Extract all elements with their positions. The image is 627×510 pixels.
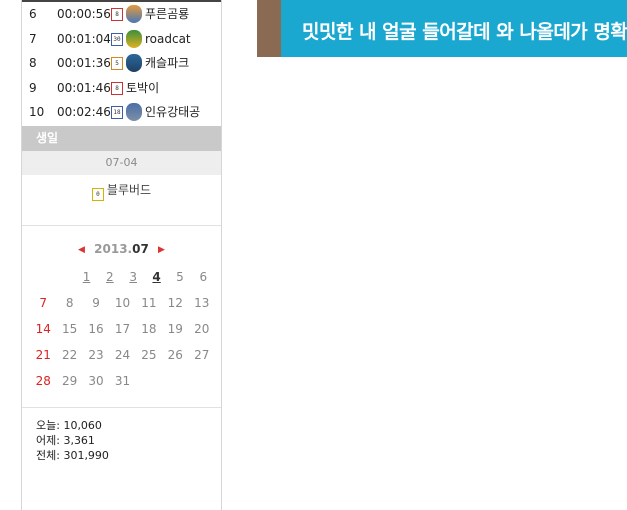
calendar-day: 26 [167, 348, 183, 362]
ad-banner[interactable]: 밋밋한 내 얼굴 들어갈데 와 나올데가 명확 [257, 0, 627, 57]
rank-time: 00:01:46 [57, 81, 111, 95]
calendar-day: 17 [114, 322, 131, 336]
calendar-day: 24 [114, 348, 131, 362]
birthday-date: 07-04 [22, 151, 221, 175]
member-emblem-icon [126, 5, 142, 23]
calendar-day [189, 368, 215, 394]
calendar-day[interactable]: 3 [122, 264, 145, 290]
calendar-header: ◀ 2013.07 ▶ [22, 240, 221, 258]
member-emblem-icon [126, 103, 142, 121]
rank-nickname[interactable]: roadcat [145, 27, 191, 51]
level-icon: 0 [91, 188, 104, 201]
member-emblem-icon [126, 54, 142, 72]
calendar-day: 27 [194, 348, 210, 362]
calendar-grid: 1 2 3 4 5 6 [30, 264, 215, 290]
rank-row[interactable]: 9 00:01:46 8 토박이 [22, 76, 221, 100]
birthday-user[interactable]: 0 블루버드 [22, 180, 221, 201]
calendar-day: 8 [65, 296, 74, 310]
rank-number: 9 [29, 81, 37, 95]
rank-row[interactable]: 10 00:02:46 18 인유강태공 [22, 100, 221, 124]
birthday-user-name[interactable]: 블루버드 [107, 183, 151, 197]
rank-nickname[interactable]: 인유강태공 [145, 100, 200, 124]
calendar-year: 2013. [94, 242, 133, 256]
sidebar: 6 00:00:56 8 푸른곰룡 7 00:01:04 30 roadcat … [21, 0, 222, 510]
calendar-day: 6 [199, 270, 208, 284]
section-divider [22, 225, 221, 226]
level-icon: 5 [111, 57, 123, 70]
rank-number: 8 [29, 56, 37, 70]
calendar-day: 13 [194, 296, 210, 310]
birthday-title: 생일 [36, 131, 59, 145]
calendar-grid: 7 8 9 10 11 12 13 14 15 16 17 18 19 20 2… [30, 290, 215, 394]
calendar-month: 07 [132, 242, 149, 256]
member-emblem-icon [126, 30, 142, 48]
rank-nickname[interactable]: 푸른곰룡 [145, 2, 189, 26]
calendar-day [136, 368, 162, 394]
calendar-day: 10 [114, 296, 131, 310]
banner-text: 밋밋한 내 얼굴 들어갈데 와 나올데가 명확 [302, 21, 627, 43]
calendar-day: 7 [39, 296, 48, 310]
calendar-day: 28 [35, 374, 51, 388]
rank-number: 7 [29, 32, 37, 46]
stat-total: 전체: 301,990 [36, 449, 109, 462]
calendar-day: 23 [88, 348, 104, 362]
level-icon: 8 [111, 8, 123, 21]
rank-time: 00:01:04 [57, 32, 111, 46]
calendar-day: 5 [176, 270, 184, 284]
rank-time: 00:01:36 [57, 56, 111, 70]
calendar-day: 20 [194, 322, 210, 336]
next-month-icon[interactable]: ▶ [158, 241, 165, 259]
rank-number: 6 [29, 7, 37, 21]
banner-cropped-text [302, 0, 622, 2]
calendar-day [30, 264, 52, 290]
calendar-day: 11 [141, 296, 157, 310]
rank-number: 10 [29, 105, 45, 119]
calendar-day: 16 [88, 322, 104, 336]
section-divider [22, 407, 221, 408]
calendar-day: 31 [114, 374, 131, 388]
calendar-day[interactable]: 2 [98, 264, 121, 290]
rank-time: 00:00:56 [57, 7, 111, 21]
rank-nickname[interactable]: 토박이 [126, 76, 159, 100]
rank-row[interactable]: 7 00:01:04 30 roadcat [22, 27, 221, 51]
calendar-day: 29 [61, 374, 78, 388]
birthday-header: 생일 [22, 126, 221, 151]
calendar-day: 9 [92, 296, 100, 310]
calendar-day: 21 [35, 348, 51, 362]
calendar-day[interactable]: 1 [75, 264, 98, 290]
calendar-day-today[interactable]: 4 [145, 264, 168, 290]
prev-month-icon[interactable]: ◀ [78, 241, 85, 259]
visitor-stats: 오늘: 10,060 어제: 3,361 전체: 301,990 [36, 418, 109, 463]
rank-nickname[interactable]: 캐슬파크 [145, 51, 189, 75]
rank-row[interactable]: 8 00:01:36 5 캐슬파크 [22, 51, 221, 75]
calendar-day: 14 [35, 322, 51, 336]
banner-ticket-edge [257, 0, 286, 57]
calendar-day: 30 [88, 374, 104, 388]
calendar-day: 22 [61, 348, 78, 362]
rank-time: 00:02:46 [57, 105, 111, 119]
calendar-day [162, 368, 188, 394]
level-icon: 30 [111, 33, 123, 46]
calendar-day [52, 264, 74, 290]
stat-today: 오늘: 10,060 [36, 419, 102, 432]
calendar-day: 19 [167, 322, 183, 336]
calendar-day: 25 [141, 348, 157, 362]
rank-row[interactable]: 6 00:00:56 8 푸른곰룡 [22, 2, 221, 26]
calendar-day: 18 [141, 322, 157, 336]
calendar-day: 12 [167, 296, 183, 310]
level-icon: 8 [111, 82, 123, 95]
calendar-day: 15 [61, 322, 78, 336]
stat-yesterday: 어제: 3,361 [36, 434, 95, 447]
level-icon: 18 [111, 106, 123, 119]
